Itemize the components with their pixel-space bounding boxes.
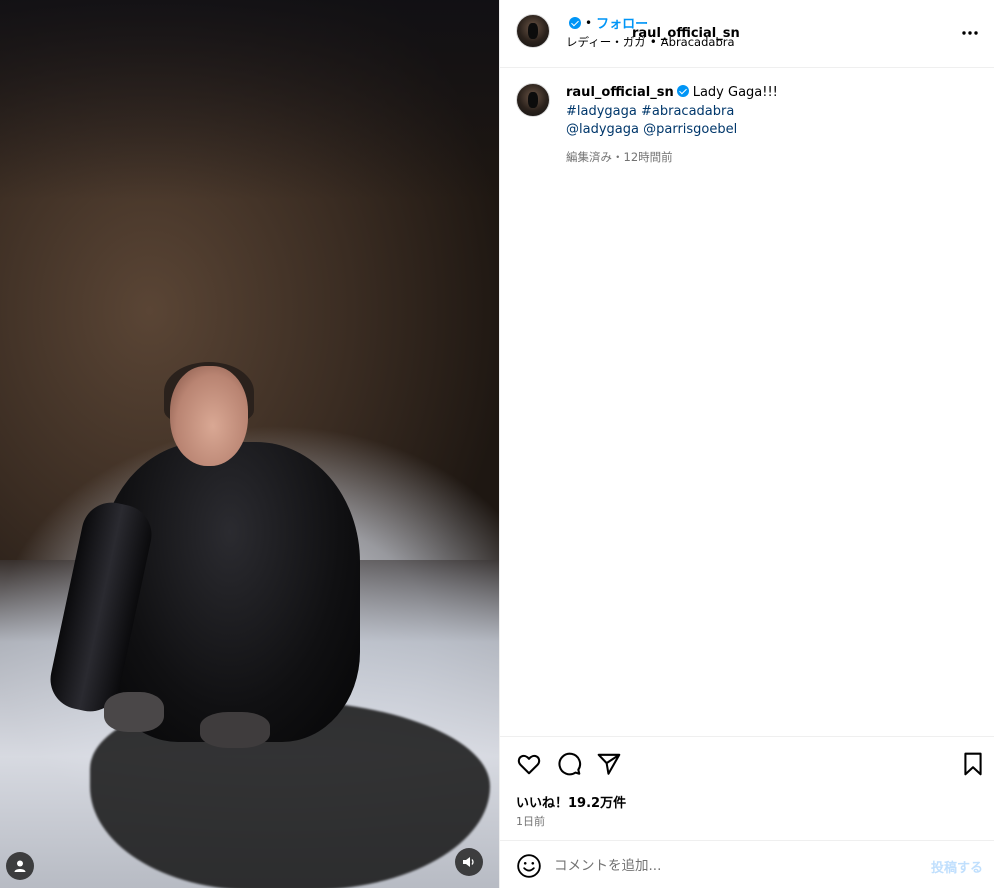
more-horizontal-icon bbox=[962, 31, 978, 35]
hashtag-link[interactable]: #ladygaga bbox=[566, 104, 637, 119]
hashtag-link[interactable]: #abracadabra bbox=[641, 104, 734, 119]
more-options-button[interactable] bbox=[961, 22, 979, 40]
user-icon bbox=[14, 860, 26, 872]
mention-link[interactable]: @parrisgoebel bbox=[643, 122, 737, 137]
tagged-users-button[interactable] bbox=[6, 852, 34, 880]
post-header: raul_official_sn • フォロー レディー・ガガ • Abraca… bbox=[500, 0, 994, 68]
audio-attribution[interactable]: レディー・ガガ • Abracadabra bbox=[566, 34, 735, 50]
post-media-image[interactable] bbox=[0, 0, 499, 888]
separator-dot: • bbox=[585, 15, 593, 30]
paper-plane-icon bbox=[597, 753, 621, 775]
post-sidebar: raul_official_sn • フォロー レディー・ガガ • Abraca… bbox=[499, 0, 994, 888]
verified-badge-icon bbox=[569, 16, 581, 29]
person-figure bbox=[44, 362, 370, 762]
action-bar: いいね！19.2万件 1日前 bbox=[500, 736, 994, 840]
mention-link[interactable]: @ladygaga bbox=[566, 122, 639, 137]
speaker-icon bbox=[463, 857, 474, 867]
caption-meta: 編集済み・12時間前 bbox=[566, 149, 673, 164]
avatar[interactable] bbox=[516, 14, 550, 48]
caption-username-link[interactable]: raul_official_sn bbox=[566, 85, 674, 100]
like-button[interactable] bbox=[516, 751, 542, 777]
avatar[interactable] bbox=[516, 83, 550, 117]
likes-count[interactable]: いいね！19.2万件 bbox=[516, 792, 626, 811]
heart-icon bbox=[517, 754, 541, 775]
separator-dot: • bbox=[649, 35, 657, 49]
bookmark-icon bbox=[964, 752, 982, 776]
caption-text: Lady Gaga!!! bbox=[692, 85, 778, 100]
comment-bar: 投稿する bbox=[500, 840, 994, 888]
save-button[interactable] bbox=[960, 751, 986, 777]
emoji-button[interactable] bbox=[516, 853, 542, 879]
audio-track: Abracadabra bbox=[660, 35, 735, 49]
audio-toggle-button[interactable] bbox=[455, 848, 483, 876]
post-comment-button[interactable]: 投稿する bbox=[931, 857, 983, 876]
comment-bubble-icon bbox=[558, 752, 582, 776]
verified-badge-icon bbox=[676, 85, 689, 97]
comment-input[interactable] bbox=[554, 855, 914, 877]
emoji-icon bbox=[517, 854, 541, 878]
post-time[interactable]: 1日前 bbox=[516, 813, 545, 829]
audio-artist: レディー・ガガ bbox=[566, 35, 646, 49]
comment-button[interactable] bbox=[556, 751, 582, 777]
share-button[interactable] bbox=[596, 751, 622, 777]
